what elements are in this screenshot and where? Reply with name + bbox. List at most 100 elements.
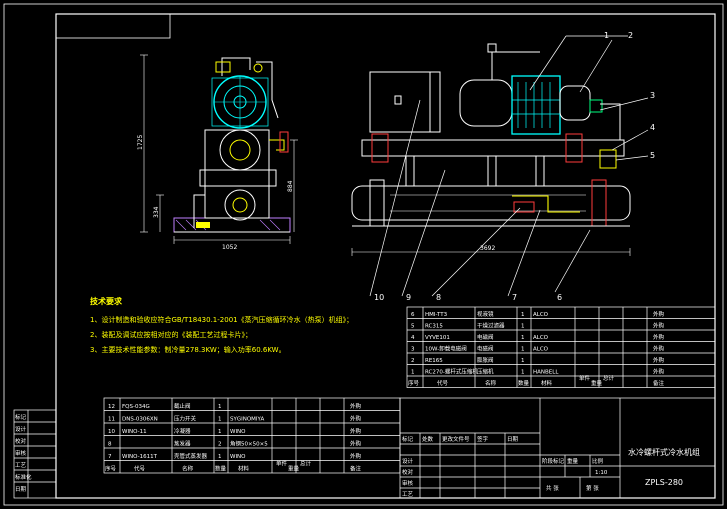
part-code: RC270-螺杆式压缩机 xyxy=(425,368,478,376)
callout-7: 7 xyxy=(512,293,517,302)
part-material: WINO xyxy=(230,454,246,460)
dim-width-side: 1052 xyxy=(222,244,237,251)
part-qty: 1 xyxy=(521,324,525,330)
part-code: HMI-TT3 xyxy=(425,312,448,318)
part-name: 干燥过滤器 xyxy=(477,322,505,330)
part-qty: 1 xyxy=(521,312,525,318)
callout-2: 2 xyxy=(628,31,633,40)
part-name: 膨胀阀 xyxy=(477,356,494,364)
part-remark: 外购 xyxy=(350,402,362,410)
left-strip-label: 校对 xyxy=(15,437,27,445)
part-no: 11 xyxy=(108,417,115,423)
title-block: 标记 处数 更改文件号 签字 日期设计校对审核工艺阶段标记 重量 比例1:10共 张第 张 … xyxy=(399,397,716,499)
part-no: 12 xyxy=(108,404,115,410)
part-no: 3 xyxy=(411,347,415,353)
part-remark: 外购 xyxy=(653,356,665,364)
part-name: 壳管式蒸发器 xyxy=(174,452,208,460)
part-qty: 1 xyxy=(218,417,222,423)
left-strip-label: 设计 xyxy=(15,425,27,433)
header-remark: 备注 xyxy=(350,465,362,473)
header-no: 序号 xyxy=(105,465,117,473)
header-name: 名称 xyxy=(182,465,194,473)
rev-header: 标记 xyxy=(402,435,414,443)
part-no: 5 xyxy=(411,324,415,330)
callout-1: 1 xyxy=(604,31,609,40)
part-remark: 外购 xyxy=(350,427,362,435)
part-remark: 外购 xyxy=(653,310,665,318)
notes-heading: 技术要求 xyxy=(90,296,123,306)
left-strip-label: 工艺 xyxy=(15,462,27,469)
part-qty: 1 xyxy=(218,429,222,435)
header-code: 代号 xyxy=(134,465,146,473)
parts-table-upper: 6 HMI-TT3 视液镜 1 ALCO 外购 5 RC315 干燥过滤器 1 外购 4 VYVE101… xyxy=(406,306,716,388)
part-material: WINO xyxy=(230,429,246,435)
callout-3: 3 xyxy=(650,91,655,100)
rev-header: 签字 xyxy=(477,435,489,443)
part-remark: 外购 xyxy=(350,452,362,460)
left-signature-strip: 标记设计校对审核工艺标准化日期 xyxy=(13,409,57,499)
parts-table-lower: 12 FQS-034G 截止阀 1 外购11 DNS-0306XN 压力开关 1 SYGINOM… xyxy=(103,397,401,474)
side-view-machine: 1725 334 884 1052 xyxy=(137,54,298,251)
header-name: 名称 xyxy=(485,379,497,387)
stage-header: 阶段标记 xyxy=(542,457,565,465)
cad-drawing-sheet: 标记 设计 校对 审核 工艺 标准化 日期 1725 334 884 1052 … xyxy=(0,0,727,509)
part-no: 4 xyxy=(411,335,415,341)
header-total: 总计 xyxy=(300,460,312,468)
sheet-label: 共 张 xyxy=(546,484,559,492)
notes-line-3: 3、主要技术性能参数：制冷量278.3KW；输入功率60.6KW。 xyxy=(90,345,286,354)
part-code: RE165 xyxy=(425,358,443,364)
part-name: 截止阀 xyxy=(174,402,191,410)
part-qty: 1 xyxy=(521,358,525,364)
technical-notes: 技术要求 1、设计制造和验收应符合GB/T18430.1-2001《蒸汽压缩循环… xyxy=(90,296,353,354)
part-remark: 外购 xyxy=(653,322,665,330)
header-total: 总计 xyxy=(603,374,615,382)
header-unit: 单件 xyxy=(579,374,591,382)
callout-leaders xyxy=(369,35,649,297)
part-name: 压缩机 xyxy=(477,368,494,376)
notes-line-2: 2、装配及调试应按相对应的《装配工艺过程卡片》； xyxy=(90,330,252,339)
callout-8: 8 xyxy=(436,293,441,302)
role-label: 工艺 xyxy=(402,491,414,498)
part-no: 1 xyxy=(411,370,415,376)
part-no: 6 xyxy=(411,312,415,318)
header-material: 材料 xyxy=(238,465,250,473)
stage-header: 重量 xyxy=(567,457,579,465)
rev-header: 日期 xyxy=(507,436,519,443)
role-label: 设计 xyxy=(402,457,414,465)
part-code: WINO-11 xyxy=(122,429,147,435)
part-qty: 1 xyxy=(521,347,525,353)
front-view-machine: 3692 xyxy=(351,43,631,256)
sheet-label: 第 张 xyxy=(586,484,599,492)
part-qty: 2 xyxy=(218,442,222,448)
header-material: 材料 xyxy=(541,379,553,387)
callout-6: 6 xyxy=(557,293,562,302)
drawing-canvas: 标记设计校对审核工艺标准化日期 1725 334 884 1052 3692 1… xyxy=(3,3,724,506)
product-name: 水冷螺杆式冷水机组 xyxy=(628,447,700,457)
header-unit: 单件 xyxy=(276,460,288,468)
part-name: 电磁阀 xyxy=(477,333,494,341)
part-name: 冷凝器 xyxy=(174,427,191,435)
callout-9: 9 xyxy=(406,293,411,302)
part-no: 2 xyxy=(411,358,415,364)
part-remark: 外购 xyxy=(653,333,665,341)
part-material: SYGINOMIYA xyxy=(230,417,264,423)
notes-line-1: 1、设计制造和验收应符合GB/T18430.1-2001《蒸汽压缩循环冷水（热泵… xyxy=(90,315,353,324)
part-no: 7 xyxy=(108,454,112,460)
rev-header: 处数 xyxy=(422,435,434,443)
header-code: 代号 xyxy=(437,379,449,387)
part-qty: 1 xyxy=(218,454,222,460)
part-code: WINO-1611T xyxy=(122,454,158,460)
left-strip-label: 审核 xyxy=(15,449,27,457)
rev-header: 更改文件号 xyxy=(442,435,470,443)
callout-4: 4 xyxy=(650,123,655,132)
header-weight: 重量 xyxy=(288,465,300,473)
role-label: 校对 xyxy=(402,468,414,476)
header-remark: 备注 xyxy=(653,379,665,387)
dim-height-total: 1725 xyxy=(137,135,144,150)
part-remark: 外购 xyxy=(350,440,362,448)
role-label: 审核 xyxy=(402,479,414,487)
part-name: 压力开关 xyxy=(174,415,197,423)
callout-10: 10 xyxy=(374,293,384,302)
header-weight: 重量 xyxy=(591,379,603,387)
part-remark: 外购 xyxy=(653,345,665,353)
